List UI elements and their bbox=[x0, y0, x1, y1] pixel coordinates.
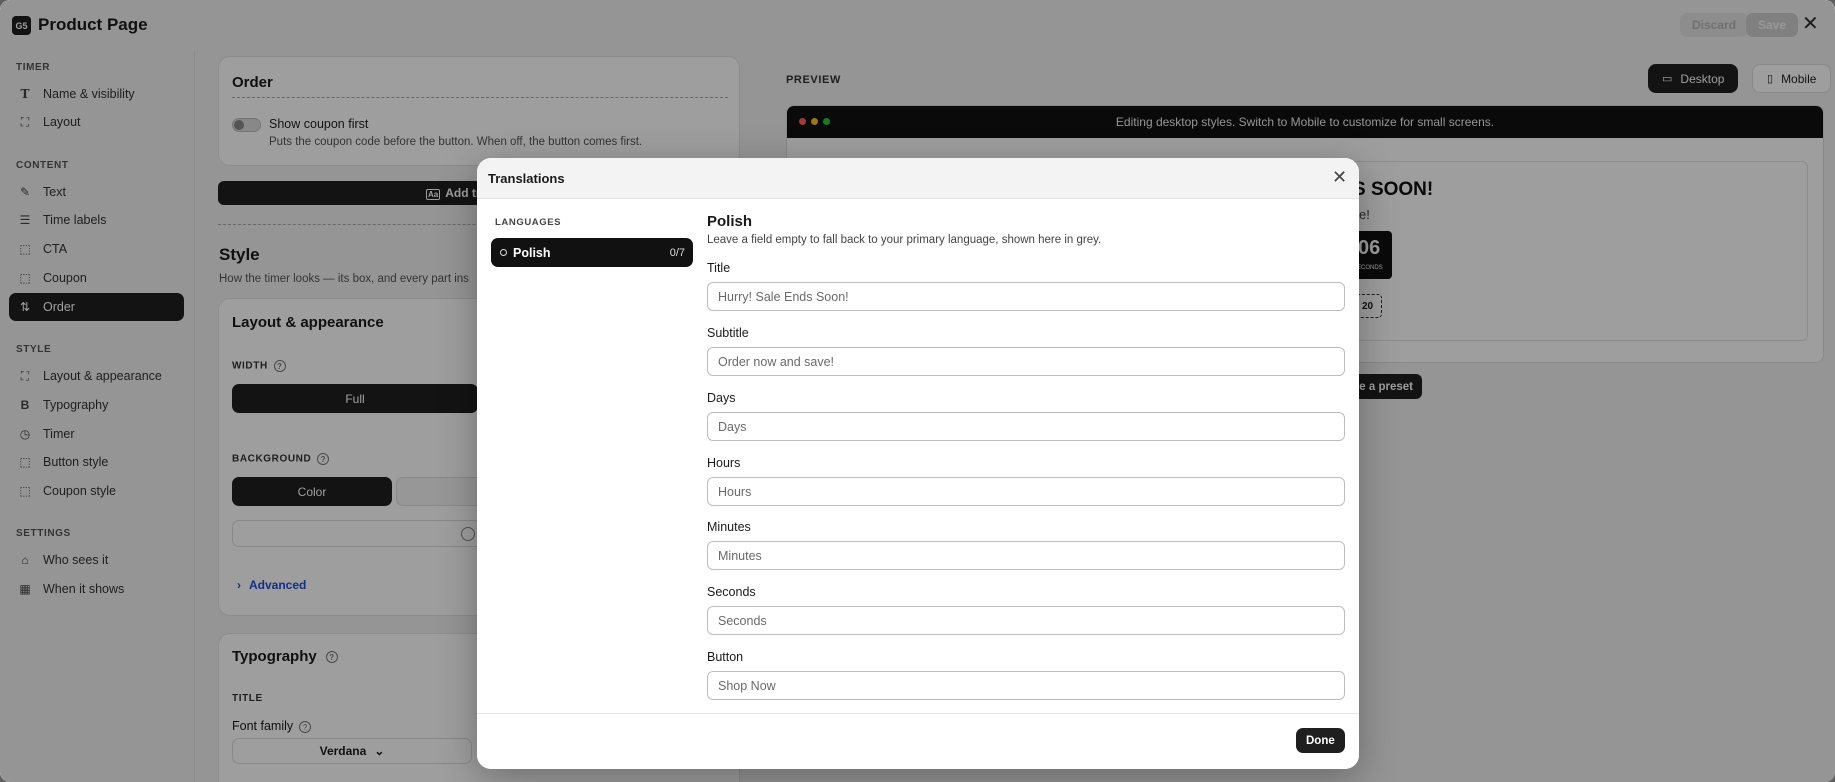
field-label-title: Title bbox=[707, 261, 731, 275]
language-progress: 0/7 bbox=[669, 247, 685, 259]
dialog-header: Translations ✕ bbox=[477, 158, 1359, 199]
field-label-button: Button bbox=[707, 650, 744, 664]
language-name: Polish bbox=[513, 246, 551, 260]
pane-description: Leave a field empty to fall back to your… bbox=[707, 234, 1102, 246]
field-label-minutes: Minutes bbox=[707, 520, 751, 534]
subtitle-input[interactable] bbox=[707, 347, 1345, 376]
language-item-polish[interactable]: Polish 0/7 bbox=[491, 238, 693, 267]
days-input[interactable] bbox=[707, 412, 1345, 441]
field-label-days: Days bbox=[707, 391, 736, 405]
field-label-seconds: Seconds bbox=[707, 585, 756, 599]
hours-input[interactable] bbox=[707, 477, 1345, 506]
seconds-input[interactable] bbox=[707, 606, 1345, 635]
close-icon[interactable]: ✕ bbox=[1332, 168, 1347, 186]
minutes-input[interactable] bbox=[707, 541, 1345, 570]
field-label-hours: Hours bbox=[707, 456, 741, 470]
app-window: G5 Product Page Discard Save ✕ TIMER T N… bbox=[0, 0, 1835, 782]
dialog-title: Translations bbox=[488, 171, 565, 186]
field-label-subtitle: Subtitle bbox=[707, 326, 749, 340]
dialog-footer bbox=[477, 713, 1359, 769]
status-dot-icon bbox=[500, 249, 507, 256]
translations-dialog: Translations ✕ LANGUAGES Polish 0/7 Poli… bbox=[477, 158, 1359, 769]
button-input[interactable] bbox=[707, 671, 1345, 700]
pane-title: Polish bbox=[707, 213, 753, 230]
languages-caption: LANGUAGES bbox=[495, 217, 562, 228]
title-input[interactable] bbox=[707, 282, 1345, 311]
done-button[interactable]: Done bbox=[1296, 728, 1345, 753]
